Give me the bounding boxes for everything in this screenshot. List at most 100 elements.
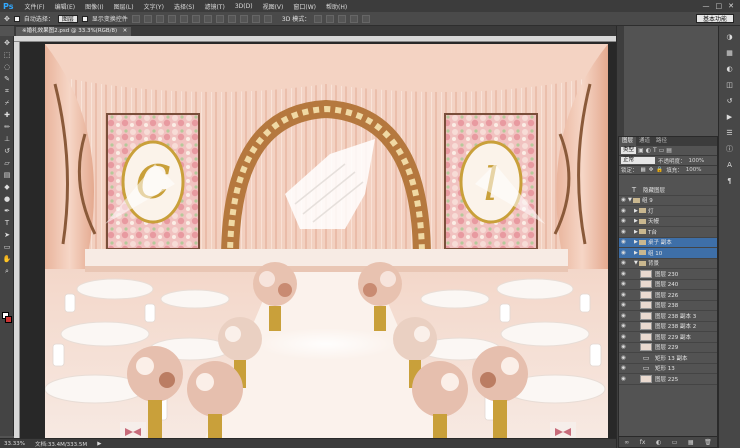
opacity-value[interactable]: 100% [689, 158, 705, 164]
filter-pixel-icon[interactable]: ▣ [638, 147, 644, 154]
document-canvas[interactable]: C l [45, 44, 608, 438]
crop-tool-icon[interactable]: ⌗ [2, 87, 12, 96]
visibility-eye-icon[interactable]: ◉ [619, 292, 628, 298]
layer-filter-dropdown[interactable]: 类型 [621, 147, 637, 154]
document-tab[interactable]: ※婚礼效果图2.psd @ 33.3%(RGB/8) ✕ [16, 27, 132, 36]
layer-row[interactable]: ◉ 图层 229 副本 [619, 332, 717, 343]
new-layer-icon[interactable]: ▦ [688, 439, 694, 446]
healing-tool-icon[interactable]: ✚ [2, 111, 12, 120]
gradient-tool-icon[interactable]: ▤ [2, 171, 12, 180]
minimize-button[interactable]: — [703, 2, 710, 10]
3d-rotate-icon[interactable] [314, 14, 323, 23]
menu-layer[interactable]: 图层(L) [109, 2, 139, 11]
lock-position-icon[interactable]: ✥ [649, 167, 654, 173]
quick-select-tool-icon[interactable]: ✎ [2, 75, 12, 84]
menu-3d[interactable]: 3D(D) [230, 3, 258, 10]
menu-select[interactable]: 选择(S) [169, 2, 200, 11]
align-middle-icon[interactable] [143, 14, 152, 23]
layer-row[interactable]: ◉ 图层 238 副本 2 [619, 322, 717, 332]
layer-row[interactable]: ◉ 图层 240 [619, 280, 717, 290]
zoom-level[interactable]: 33.33% [4, 441, 25, 447]
adjustments-panel-icon[interactable]: ◐ [724, 64, 736, 74]
background-color-swatch[interactable] [5, 316, 12, 323]
menu-view[interactable]: 视图(V) [258, 2, 289, 11]
close-tab-icon[interactable]: ✕ [123, 27, 128, 36]
filter-shape-icon[interactable]: ▭ [659, 147, 665, 154]
layer-row[interactable]: ◉ ▶ 天幔 [619, 217, 717, 227]
menu-type[interactable]: 文字(Y) [139, 2, 169, 11]
layer-row[interactable]: ◉ 图层 238 [619, 301, 717, 311]
distribute-top-icon[interactable] [203, 14, 212, 23]
align-right-icon[interactable] [191, 14, 200, 23]
visibility-eye-icon[interactable]: ◉ [619, 271, 628, 277]
visibility-eye-icon[interactable]: ◉ [619, 218, 628, 224]
layer-row[interactable]: ◉ ▭ 矩形 13 [619, 364, 717, 374]
history-panel-icon[interactable]: ↺ [724, 96, 736, 106]
add-mask-icon[interactable]: ◐ [656, 439, 661, 446]
align-left-icon[interactable] [167, 14, 176, 23]
show-transform-checkbox[interactable] [81, 15, 88, 22]
zoom-tool-icon[interactable]: ⌕ [2, 267, 12, 276]
visibility-eye-icon[interactable]: ◉ [619, 302, 628, 308]
delete-layer-icon[interactable]: 🗑 [704, 439, 712, 446]
styles-panel-icon[interactable]: ◫ [724, 80, 736, 90]
fill-value[interactable]: 100% [686, 167, 702, 173]
eyedropper-tool-icon[interactable]: ⌿ [2, 99, 12, 108]
menu-image[interactable]: 图像(I) [80, 2, 108, 11]
tab-paths[interactable]: 路径 [653, 137, 670, 146]
path-select-tool-icon[interactable]: ➤ [2, 231, 12, 240]
type-tool-icon[interactable]: T [2, 219, 12, 228]
new-group-icon[interactable]: ▭ [672, 439, 678, 446]
distribute-middle-icon[interactable] [215, 14, 224, 23]
layer-row[interactable]: ◉ ▼ 组 9 [619, 196, 717, 206]
move-tool-icon[interactable]: ✥ [4, 15, 10, 23]
visibility-eye-icon[interactable]: ◉ [619, 197, 628, 203]
layer-row[interactable]: ◉ ▶ 灯 [619, 206, 717, 217]
layer-row[interactable]: ◉ ▶ 组 10 [619, 248, 717, 259]
blend-mode-dropdown[interactable]: 正常 [621, 157, 655, 164]
visibility-eye-icon[interactable]: ◉ [619, 250, 628, 256]
visibility-eye-icon[interactable]: ◉ [619, 260, 628, 266]
layer-row[interactable]: ◉ 图层 226 [619, 290, 717, 301]
lock-pixels-icon[interactable]: ▦ [641, 167, 646, 173]
marquee-tool-icon[interactable]: ⬚ [2, 51, 12, 60]
menu-filter[interactable]: 滤镜(T) [199, 2, 229, 11]
distribute-left-icon[interactable] [239, 14, 248, 23]
visibility-eye-icon[interactable]: ◉ [619, 313, 628, 319]
character-panel-icon[interactable]: A [724, 160, 736, 170]
visibility-eye-icon[interactable]: ◉ [619, 239, 628, 245]
layer-row[interactable]: ◉ 图层 229 [619, 343, 717, 353]
eraser-tool-icon[interactable]: ▱ [2, 159, 12, 168]
distribute-center-icon[interactable] [251, 14, 260, 23]
menu-edit[interactable]: 编辑(E) [50, 2, 80, 11]
visibility-eye-icon[interactable]: ◉ [619, 376, 628, 382]
lock-all-icon[interactable]: 🔒 [656, 167, 663, 173]
auto-select-checkbox[interactable] [13, 15, 20, 22]
3d-slide-icon[interactable] [350, 14, 359, 23]
align-bottom-icon[interactable] [155, 14, 164, 23]
close-window-button[interactable]: ✕ [728, 2, 734, 10]
3d-roll-icon[interactable] [326, 14, 335, 23]
layer-row[interactable]: ◉ ▶ T台 [619, 227, 717, 238]
layer-row[interactable]: ◉ 图层 225 [619, 374, 717, 385]
properties-panel-icon[interactable]: ☰ [724, 128, 736, 138]
status-arrow-icon[interactable]: ▶ [97, 441, 101, 447]
menu-window[interactable]: 窗口(W) [288, 2, 321, 11]
workspace-switcher[interactable]: 基本功能 [695, 14, 734, 23]
filter-adjustment-icon[interactable]: ◐ [646, 147, 651, 154]
move-tool-icon[interactable]: ✥ [2, 39, 12, 48]
history-brush-icon[interactable]: ↺ [2, 147, 12, 156]
add-style-icon[interactable]: fx [640, 439, 646, 446]
lasso-tool-icon[interactable]: ◌ [2, 63, 12, 72]
visibility-eye-icon[interactable]: ◉ [619, 281, 628, 287]
layer-row[interactable]: ◉ 图层 230 [619, 269, 717, 280]
3d-scale-icon[interactable] [362, 14, 371, 23]
layer-row[interactable]: ◉ ▼ 背景 [619, 259, 717, 269]
menu-help[interactable]: 帮助(H) [321, 2, 352, 11]
pen-tool-icon[interactable]: ✒ [2, 207, 12, 216]
tab-layers[interactable]: 图层 [619, 137, 637, 146]
layer-row[interactable]: ◉ ▶ 桌子 副本 [619, 237, 717, 248]
swatches-panel-icon[interactable]: ▦ [724, 48, 736, 58]
info-panel-icon[interactable]: ⓘ [724, 144, 736, 154]
link-layers-icon[interactable]: ∞ [624, 439, 629, 446]
